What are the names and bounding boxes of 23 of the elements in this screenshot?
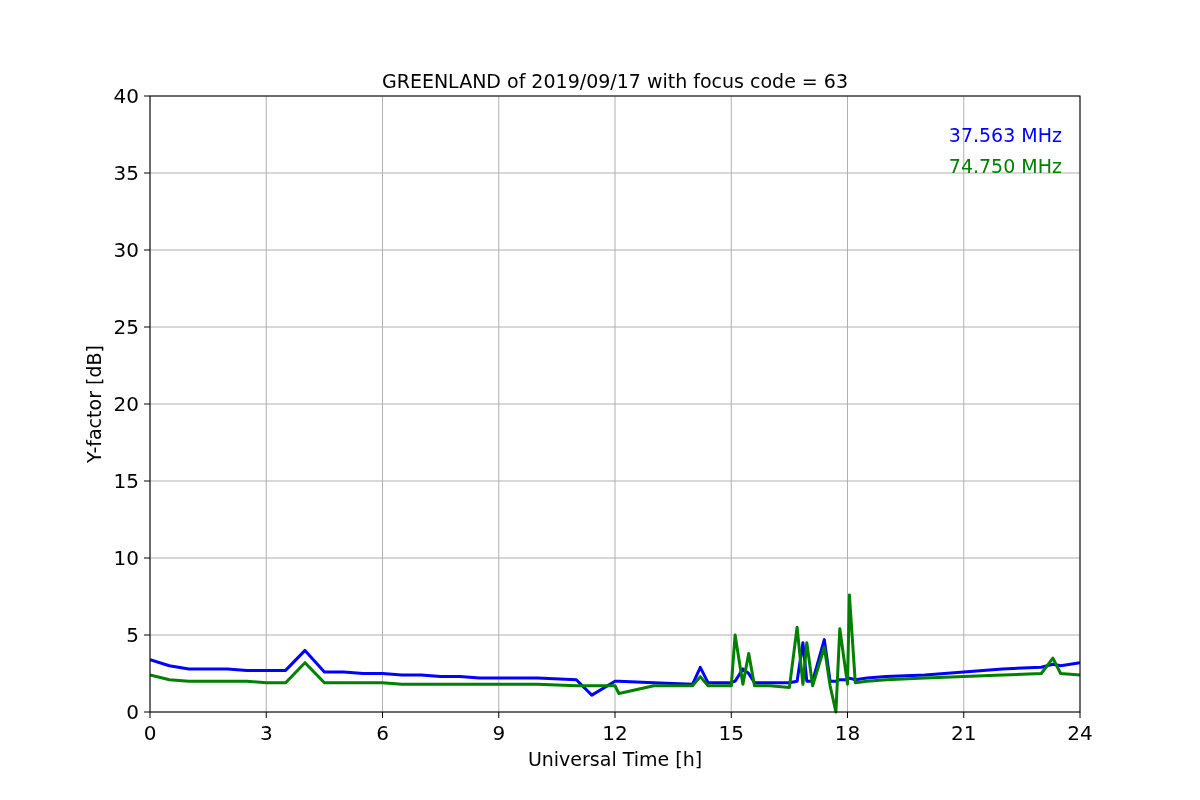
tick-label: 10 (113, 546, 139, 570)
tick-label: 15 (718, 721, 744, 745)
tick-label: 0 (143, 721, 157, 745)
chart-title: GREENLAND of 2019/09/17 with focus code = 63 (382, 70, 848, 92)
tick-label: 3 (259, 721, 273, 745)
tick-label: 15 (113, 469, 139, 493)
tick-label: 40 (113, 84, 139, 108)
tick-label: 25 (113, 315, 139, 339)
legend-label: 37.563 MHz (948, 124, 1062, 146)
tick-label: 35 (113, 161, 139, 185)
legend-label: 74.750 MHz (948, 155, 1062, 177)
tick-label: 9 (492, 721, 506, 745)
axis-label: Universal Time [h] (527, 748, 703, 770)
tick-label: 18 (834, 721, 861, 745)
tick-label: 6 (376, 721, 389, 745)
tick-label: 20 (113, 392, 139, 416)
tick-label: 30 (113, 238, 139, 262)
tick-label: 12 (602, 721, 628, 745)
tick-label: 24 (1067, 721, 1093, 745)
tick-label: 0 (126, 700, 139, 724)
axis-label: Y-factor [dB] (83, 345, 105, 463)
tick-label: 5 (126, 623, 139, 647)
tick-label: 21 (951, 721, 977, 745)
